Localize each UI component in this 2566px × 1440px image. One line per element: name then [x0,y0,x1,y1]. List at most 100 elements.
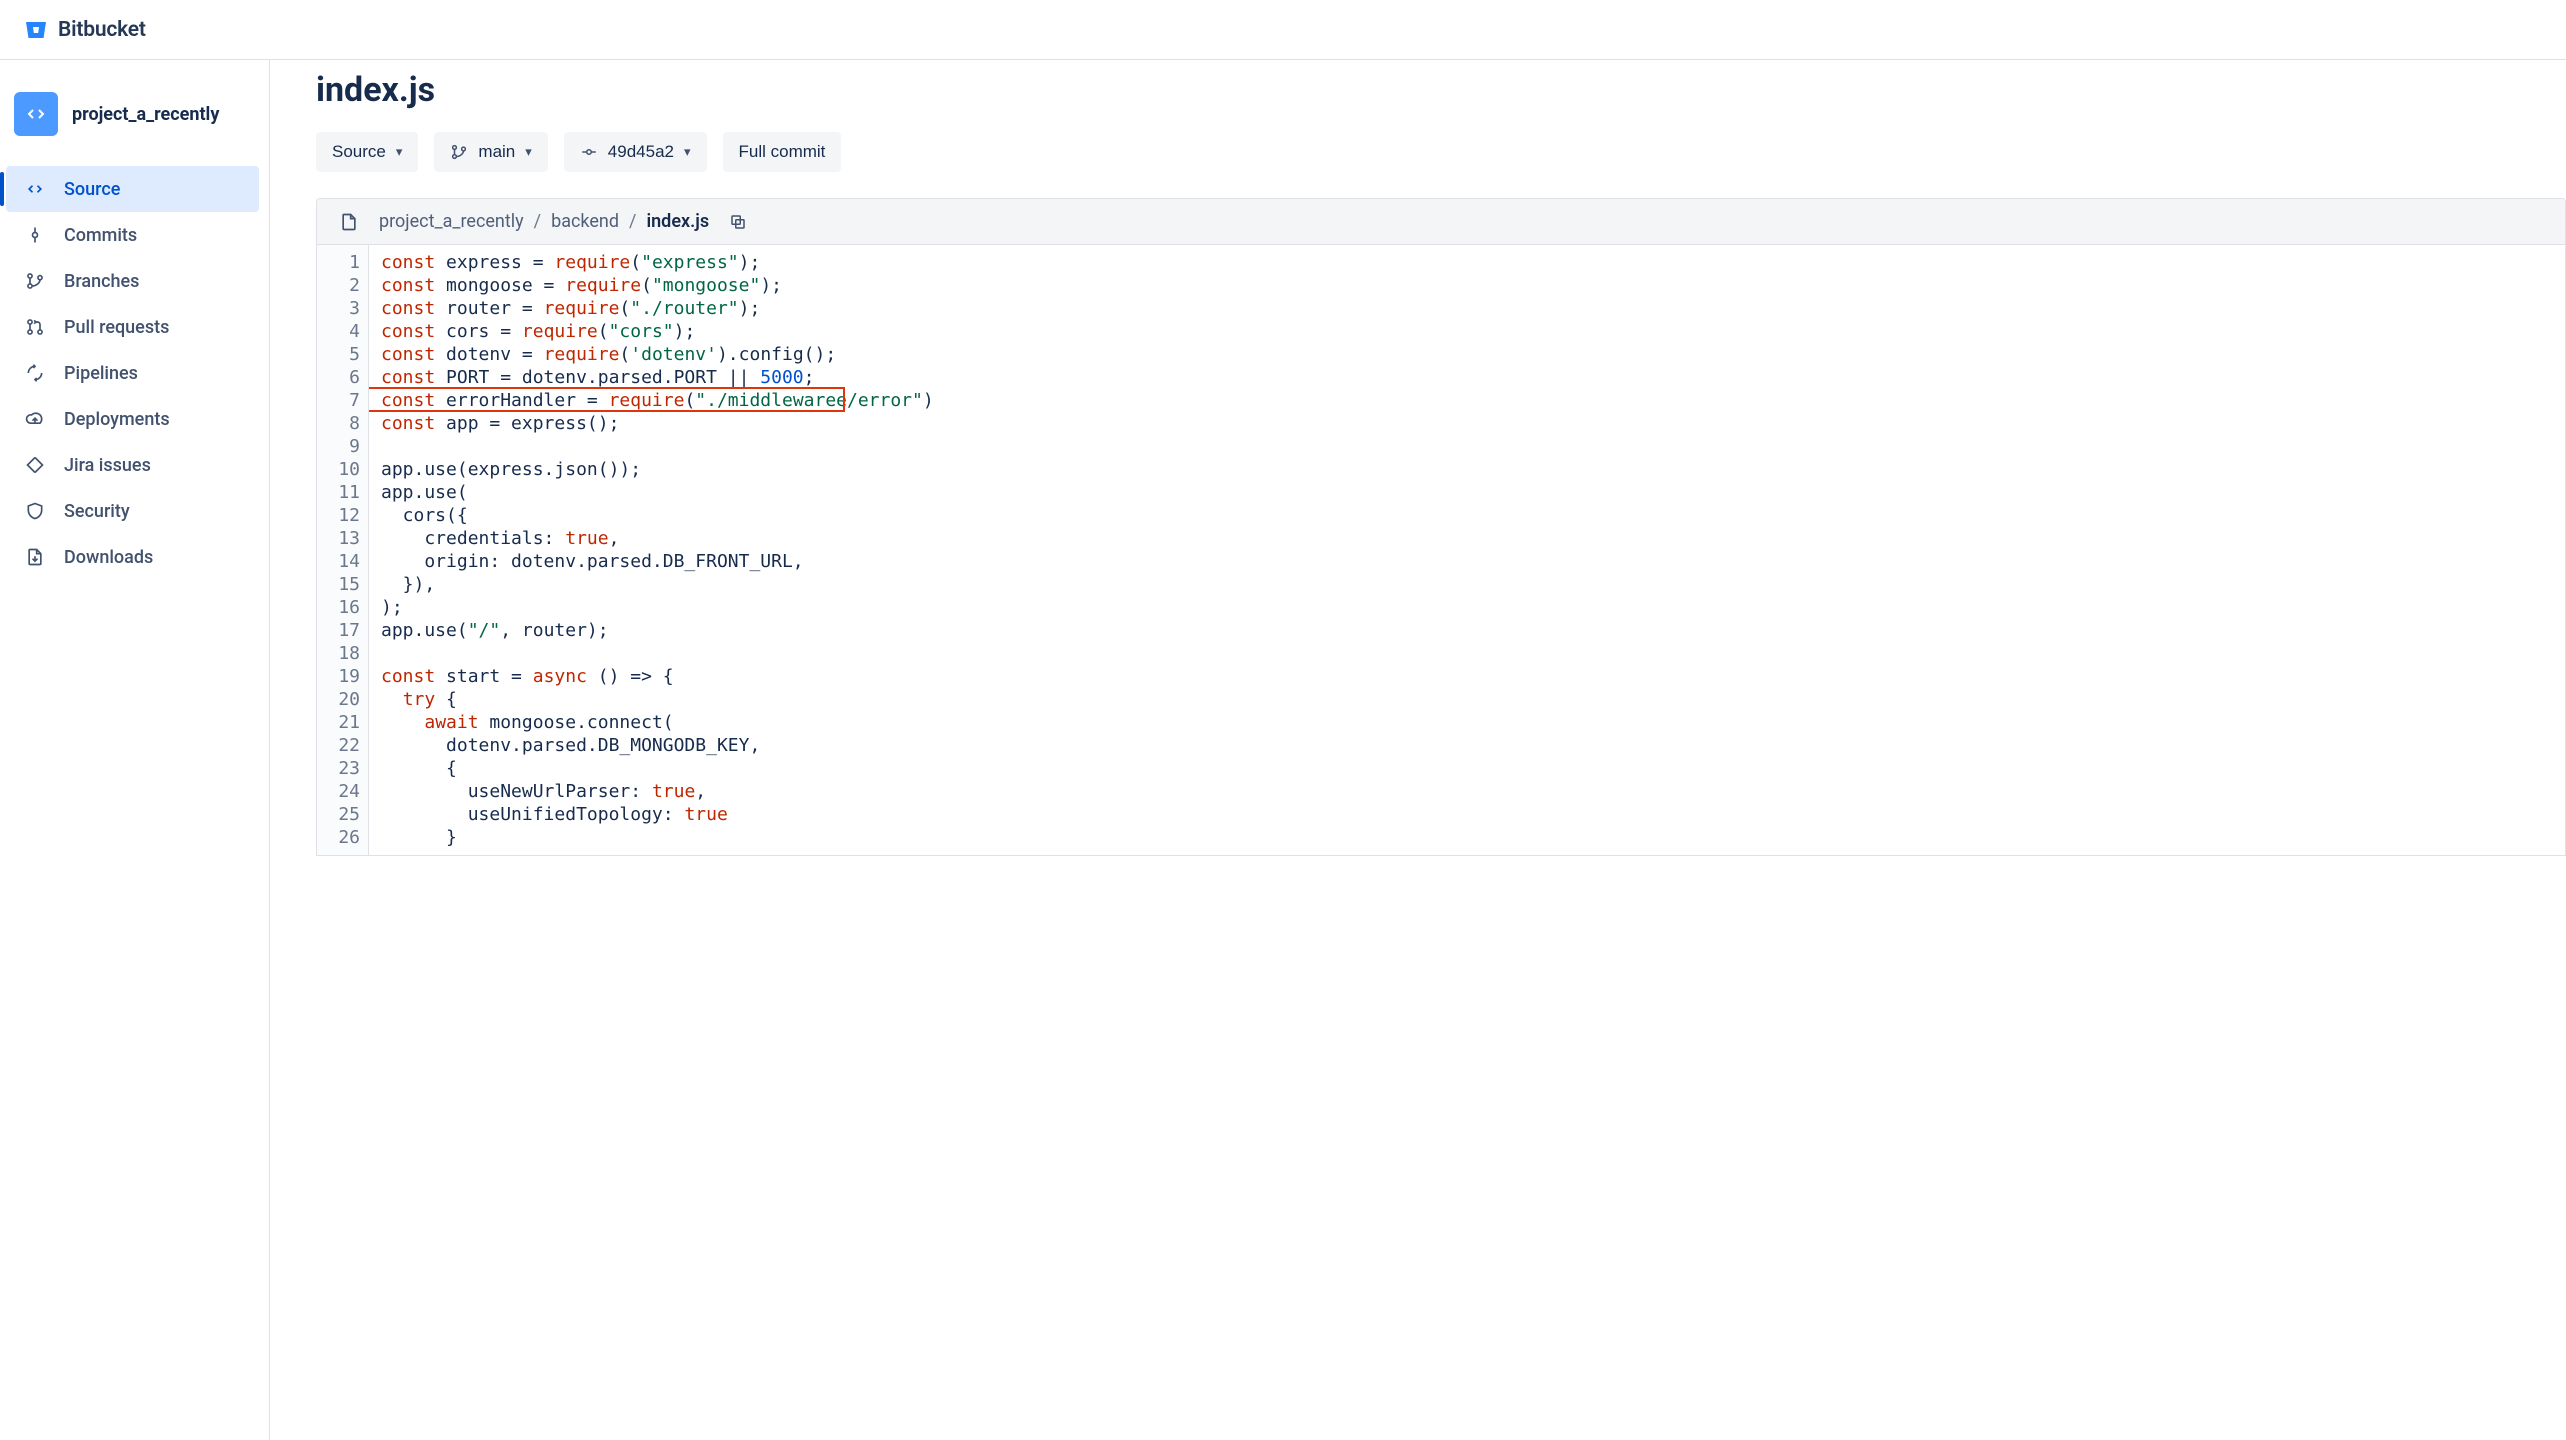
branch-icon [24,271,46,291]
project-avatar-icon [14,92,58,136]
brand-name: Bitbucket [58,18,146,42]
line-number[interactable]: 8 [317,412,360,435]
sidebar-item-label: Branches [64,271,245,292]
line-number[interactable]: 25 [317,803,360,826]
sidebar-item-label: Pull requests [64,317,245,338]
project-name: project_a_recently [72,104,219,125]
sidebar-item-pull-requests[interactable]: Pull requests [6,304,259,350]
file-header: project_a_recently/backend/index.js [317,199,2565,245]
line-number-gutter: 1234567891011121314151617181920212223242… [317,245,369,855]
code-line: const start = async () => { [381,665,2565,688]
sidebar-item-security[interactable]: Security [6,488,259,534]
app-header: Bitbucket [0,0,2566,60]
line-number[interactable]: 21 [317,711,360,734]
commit-label: 49d45a2 [608,142,674,162]
line-number[interactable]: 14 [317,550,360,573]
sidebar-nav: Source Commits Branches Pull requests Pipeli… [6,166,259,580]
line-number[interactable]: 10 [317,458,360,481]
line-number[interactable]: 26 [317,826,360,849]
file-pane: project_a_recently/backend/index.js [316,198,2566,245]
code-line: const cors = require("cors"); [381,320,2565,343]
breadcrumb-segment[interactable]: backend [551,211,619,232]
line-number[interactable]: 16 [317,596,360,619]
sidebar-item-deployments[interactable]: Deployments [6,396,259,442]
full-commit-button[interactable]: Full commit [723,132,842,172]
code-line: app.use( [381,481,2565,504]
source-view-label: Source [332,142,386,162]
code-line: useUnifiedTopology: true [381,803,2565,826]
commit-dropdown[interactable]: 49d45a2 ▾ [564,132,707,172]
code-content: const express = require("express");const… [369,245,2565,855]
breadcrumb-segment[interactable]: project_a_recently [379,211,524,232]
line-number[interactable]: 24 [317,780,360,803]
line-number[interactable]: 23 [317,757,360,780]
copy-path-button[interactable] [729,213,747,231]
branch-label: main [478,142,515,162]
line-number[interactable]: 17 [317,619,360,642]
sidebar-item-branches[interactable]: Branches [6,258,259,304]
sidebar-item-label: Pipelines [64,363,245,384]
branch-dropdown[interactable]: main ▾ [434,132,547,172]
code-line: const router = require("./router"); [381,297,2565,320]
sidebar-item-pipelines[interactable]: Pipelines [6,350,259,396]
code-line: const errorHandler = require("./middlewa… [381,389,2565,412]
sidebar-item-commits[interactable]: Commits [6,212,259,258]
code-line: app.use("/", router); [381,619,2565,642]
line-number[interactable]: 22 [317,734,360,757]
code-viewer: 1234567891011121314151617181920212223242… [316,245,2566,856]
line-number[interactable]: 19 [317,665,360,688]
code-line: app.use(express.json()); [381,458,2565,481]
chevron-down-icon: ▾ [684,144,691,160]
code-line: }), [381,573,2565,596]
code-line [381,435,2565,458]
code-line: try { [381,688,2565,711]
code-line: const express = require("express"); [381,251,2565,274]
sidebar-item-downloads[interactable]: Downloads [6,534,259,580]
project-header[interactable]: project_a_recently [6,84,259,144]
file-toolbar: Source ▾ main ▾ 49d45a2 ▾ Full commit [316,132,2566,172]
pull-request-icon [24,317,46,337]
branch-icon [450,143,468,161]
line-number[interactable]: 12 [317,504,360,527]
sidebar: project_a_recently Source Commits Branches… [0,60,270,1440]
line-number[interactable]: 1 [317,251,360,274]
sidebar-item-label: Jira issues [64,455,245,476]
commit-icon [24,225,46,245]
line-number[interactable]: 11 [317,481,360,504]
sidebar-item-jira-issues[interactable]: Jira issues [6,442,259,488]
commit-icon [580,143,598,161]
code-line: const app = express(); [381,412,2565,435]
line-number[interactable]: 3 [317,297,360,320]
line-number[interactable]: 7 [317,389,360,412]
code-line: } [381,826,2565,849]
sidebar-item-label: Deployments [64,409,245,430]
line-number[interactable]: 4 [317,320,360,343]
sidebar-item-label: Security [64,501,245,522]
breadcrumb-separator: / [629,211,636,232]
line-number[interactable]: 20 [317,688,360,711]
code-line: cors({ [381,504,2565,527]
jira-icon [24,455,46,475]
shield-icon [24,501,46,521]
chevron-down-icon: ▾ [396,144,403,160]
line-number[interactable]: 5 [317,343,360,366]
source-view-dropdown[interactable]: Source ▾ [316,132,418,172]
file-icon [339,212,359,232]
line-number[interactable]: 6 [317,366,360,389]
line-number[interactable]: 18 [317,642,360,665]
line-number[interactable]: 13 [317,527,360,550]
code-line: const mongoose = require("mongoose"); [381,274,2565,297]
download-icon [24,547,46,567]
line-number[interactable]: 9 [317,435,360,458]
page-title: index.js [316,70,2566,110]
code-line: await mongoose.connect( [381,711,2565,734]
sidebar-item-label: Commits [64,225,245,246]
sidebar-item-label: Source [64,179,245,200]
code-line: useNewUrlParser: true, [381,780,2565,803]
line-number[interactable]: 2 [317,274,360,297]
sidebar-item-source[interactable]: Source [6,166,259,212]
chevron-down-icon: ▾ [525,144,532,160]
line-number[interactable]: 15 [317,573,360,596]
code-line: ); [381,596,2565,619]
code-line: dotenv.parsed.DB_MONGODB_KEY, [381,734,2565,757]
